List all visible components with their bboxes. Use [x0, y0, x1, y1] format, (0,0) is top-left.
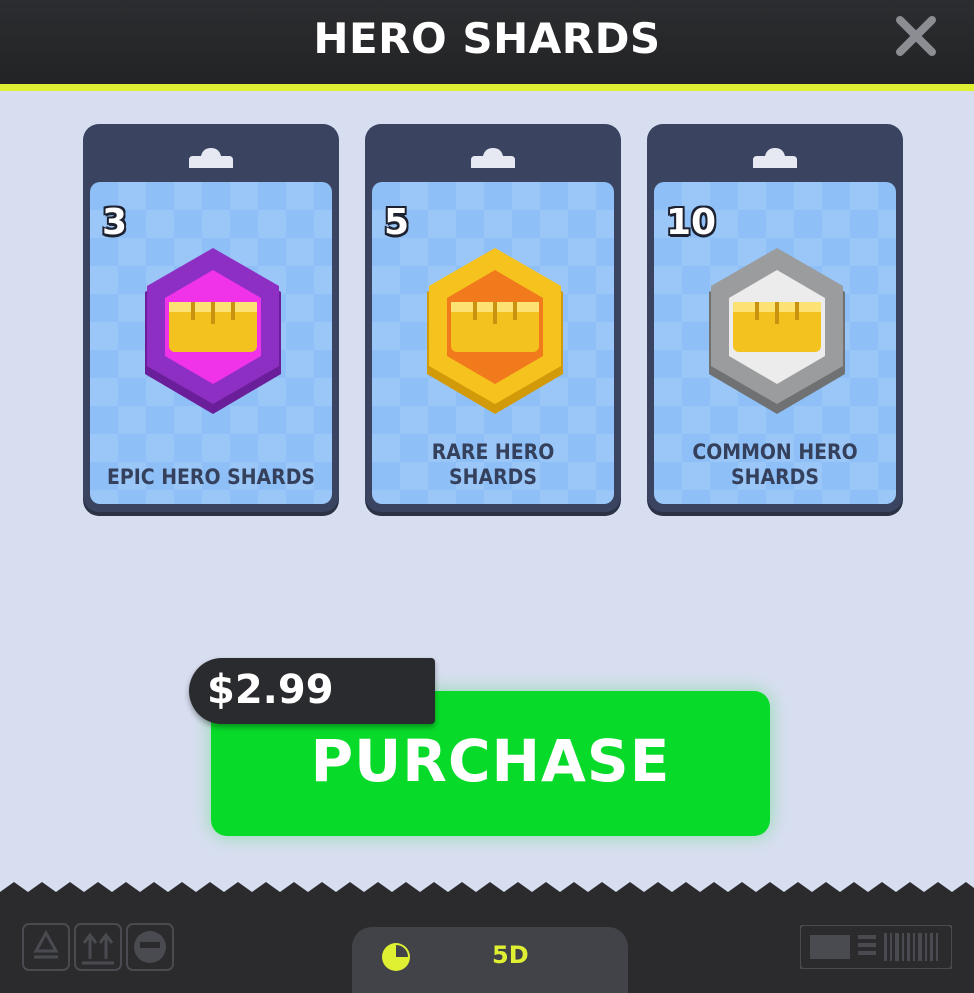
offer-timer: 5D — [352, 927, 628, 993]
hero-shards-modal: HERO SHARDS 3 EPIC HERO SHARDS 5 RARE HE… — [0, 0, 974, 993]
card-panel: 10 COMMON HERO SHARDS — [654, 182, 896, 504]
timer-text: 5D — [492, 941, 529, 969]
footer-bar: 5D — [0, 905, 974, 993]
shard-card-rare[interactable]: 5 RARE HERO SHARDS — [365, 124, 621, 512]
package-symbols — [22, 923, 174, 971]
face-icon — [126, 923, 174, 971]
price-tag: $2.99 — [189, 658, 435, 724]
price-text: $2.99 — [207, 667, 334, 713]
hanger-icon — [189, 148, 233, 168]
purchase-label: PURCHASE — [310, 727, 671, 795]
hanger-icon — [471, 148, 515, 168]
close-icon — [896, 16, 936, 56]
header-accent-stripe — [0, 84, 974, 91]
hanger-icon — [753, 148, 797, 168]
shard-count: 10 — [666, 202, 717, 243]
card-panel: 5 RARE HERO SHARDS — [372, 182, 614, 504]
rare-shard-icon — [427, 248, 563, 414]
modal-header: HERO SHARDS — [0, 0, 974, 84]
barcode-icon — [800, 925, 952, 969]
epic-shard-icon — [145, 248, 281, 414]
clock-icon — [382, 943, 410, 971]
card-label-text: RARE HERO SHARDS — [431, 440, 555, 489]
card-label: EPIC HERO SHARDS — [106, 465, 315, 489]
modal-title: HERO SHARDS — [313, 14, 661, 63]
recycle-icon — [22, 923, 70, 971]
card-panel: 3 EPIC HERO SHARDS — [90, 182, 332, 504]
arrows-up-icon — [74, 923, 122, 971]
card-label: COMMON HERO SHARDS — [654, 440, 896, 490]
shard-count: 5 — [384, 202, 410, 243]
zigzag-divider — [0, 882, 974, 908]
common-shard-icon — [709, 248, 845, 414]
shard-card-epic[interactable]: 3 EPIC HERO SHARDS — [83, 124, 339, 512]
card-label: RARE HERO SHARDS — [372, 440, 614, 490]
card-label-text: COMMON HERO SHARDS — [692, 440, 858, 489]
close-button[interactable] — [894, 14, 938, 58]
shard-card-common[interactable]: 10 COMMON HERO SHARDS — [647, 124, 903, 512]
shard-count: 3 — [102, 202, 128, 243]
